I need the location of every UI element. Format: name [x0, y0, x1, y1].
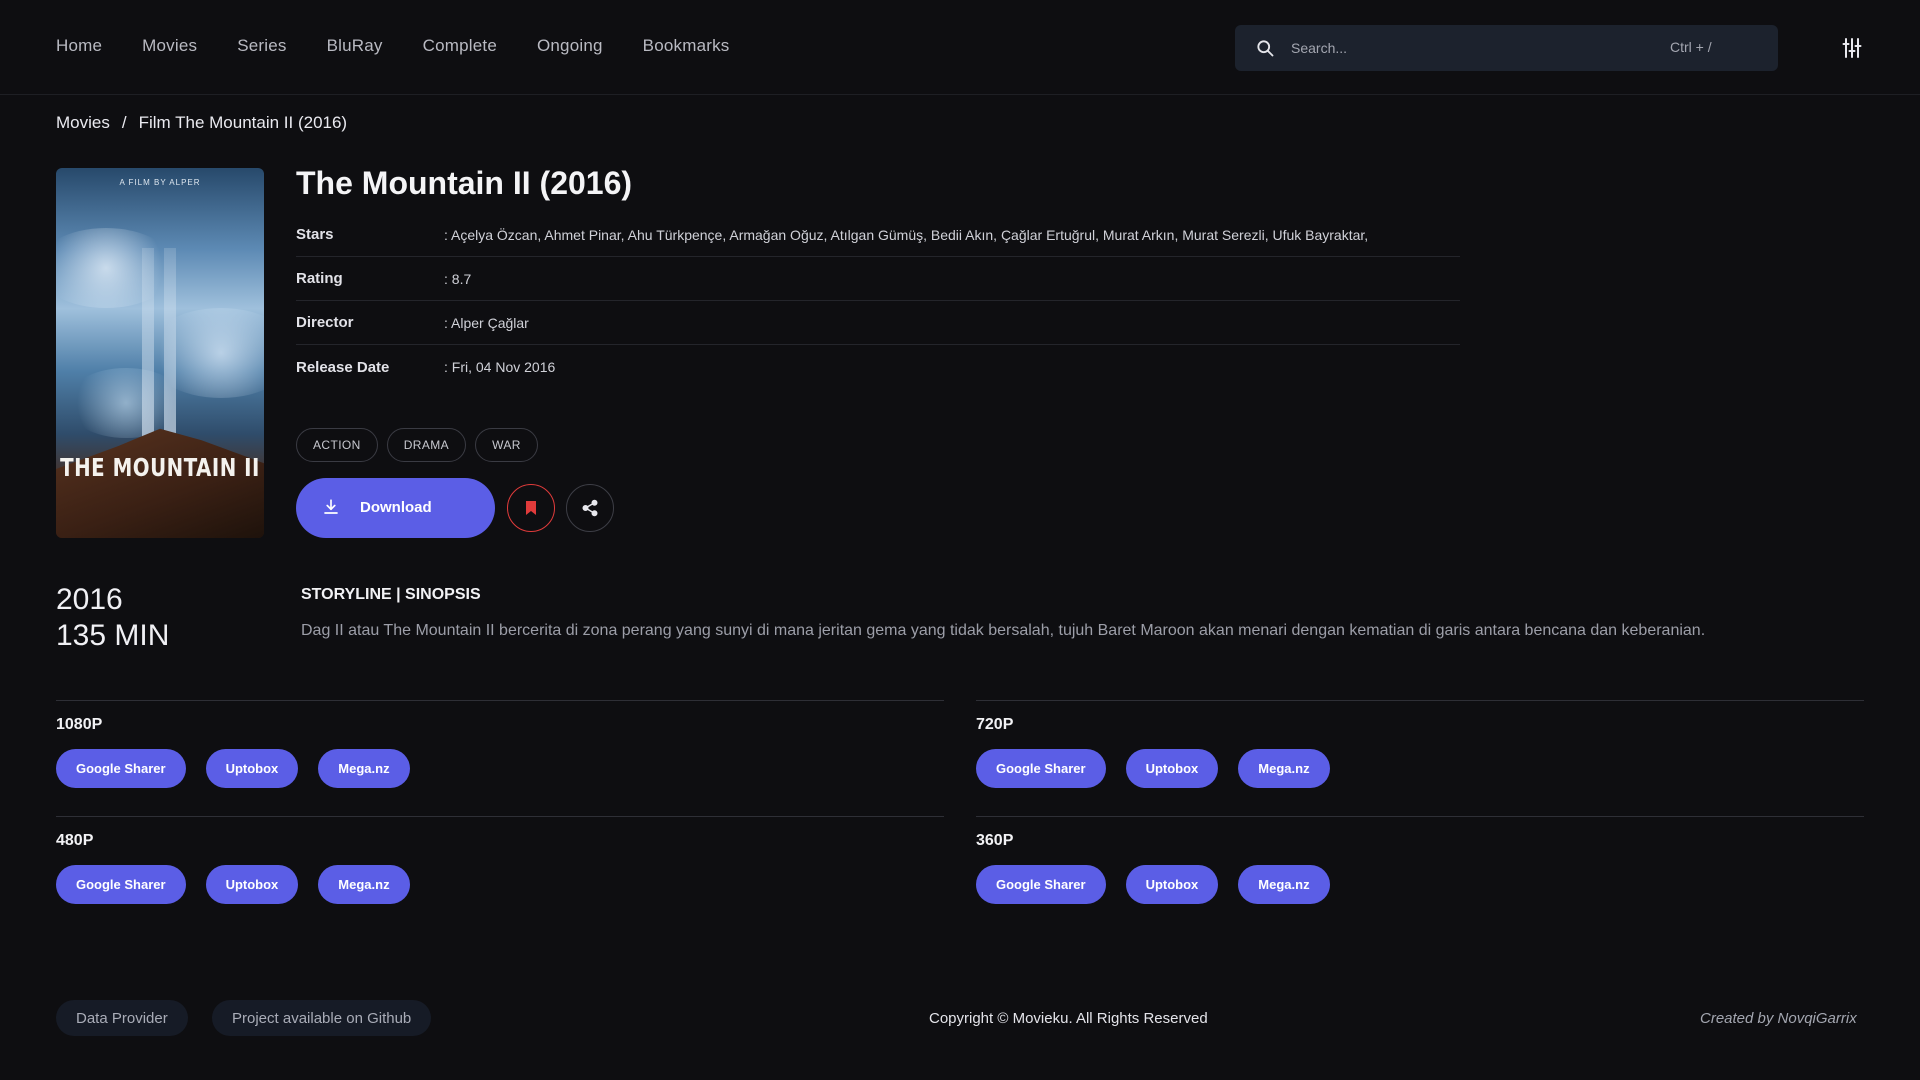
nav-complete[interactable]: Complete	[423, 36, 497, 56]
info-row-stars: Stars : Açelya Özcan, Ahmet Pinar, Ahu T…	[296, 213, 1460, 257]
quality-links: Google Sharer Uptobox Mega.nz	[976, 865, 1330, 904]
created-by-text: Created by NovqiGarrix	[1700, 1010, 1857, 1027]
info-row-release-date: Release Date : Fri, 04 Nov 2016	[296, 345, 1460, 389]
nav-home[interactable]: Home	[56, 36, 102, 56]
quality-label: 360P	[976, 832, 1014, 849]
breadcrumb: Movies / Film The Mountain II (2016)	[56, 113, 347, 133]
sliders-icon[interactable]	[1840, 36, 1864, 60]
info-value: : Alper Çağlar	[444, 314, 529, 331]
nav-bookmarks[interactable]: Bookmarks	[643, 36, 730, 56]
breadcrumb-separator: /	[121, 113, 127, 132]
link-mega[interactable]: Mega.nz	[318, 749, 410, 788]
storyline-text: Dag II atau The Mountain II bercerita di…	[301, 622, 1706, 639]
quality-label: 480P	[56, 832, 94, 849]
quality-label: 1080P	[56, 716, 103, 733]
nav-bluray[interactable]: BluRay	[327, 36, 383, 56]
info-label: Release Date	[296, 358, 390, 376]
quality-links: Google Sharer Uptobox Mega.nz	[56, 749, 410, 788]
data-provider-link[interactable]: Data Provider	[56, 1000, 188, 1036]
link-google-sharer[interactable]: Google Sharer	[56, 749, 186, 788]
movie-year: 2016	[56, 583, 123, 616]
nav-ongoing[interactable]: Ongoing	[537, 36, 603, 56]
search-shortcut-hint: Ctrl + /	[1670, 39, 1712, 55]
info-row-director: Director : Alper Çağlar	[296, 301, 1460, 345]
link-uptobox[interactable]: Uptobox	[1125, 865, 1219, 904]
movie-duration: 135 MIN	[56, 619, 170, 652]
info-value: : Fri, 04 Nov 2016	[444, 359, 556, 375]
movie-poster: A FILM BY ALPER THE MOUNTAIN II	[56, 168, 264, 538]
nav-series[interactable]: Series	[237, 36, 286, 56]
search-bar[interactable]: Ctrl + /	[1235, 25, 1778, 71]
link-uptobox[interactable]: Uptobox	[205, 749, 299, 788]
quality-block-720p: 720P Google Sharer Uptobox Mega.nz	[976, 700, 1864, 788]
main-nav: Home Movies Series BluRay Complete Ongoi…	[56, 36, 730, 56]
bookmark-icon	[526, 501, 536, 515]
genre-tag-war[interactable]: WAR	[475, 428, 538, 462]
movie-title: The Mountain II (2016)	[296, 165, 633, 201]
poster-tagline: A FILM BY ALPER	[119, 178, 201, 187]
link-mega[interactable]: Mega.nz	[1238, 865, 1330, 904]
link-google-sharer[interactable]: Google Sharer	[56, 865, 186, 904]
info-label: Director	[296, 314, 354, 331]
movie-info-table: Stars : Açelya Özcan, Ahmet Pinar, Ahu T…	[296, 213, 1460, 389]
info-label: Stars	[296, 226, 334, 243]
quality-links: Google Sharer Uptobox Mega.nz	[976, 749, 1330, 788]
info-value: : 8.7	[444, 270, 472, 287]
share-icon	[582, 499, 598, 517]
bookmark-button[interactable]	[507, 484, 555, 532]
poster-title: THE MOUNTAIN II	[60, 454, 260, 483]
info-label: Rating	[296, 270, 343, 287]
download-button[interactable]: Download	[296, 478, 495, 538]
info-row-rating: Rating : 8.7	[296, 257, 1460, 301]
copyright-text: Copyright © Movieku. All Rights Reserved	[929, 1010, 1208, 1027]
link-mega[interactable]: Mega.nz	[1238, 749, 1330, 788]
quality-links: Google Sharer Uptobox Mega.nz	[56, 865, 410, 904]
search-icon	[1257, 40, 1274, 57]
genre-tag-action[interactable]: ACTION	[296, 428, 378, 462]
share-button[interactable]	[566, 484, 614, 532]
quality-block-360p: 360P Google Sharer Uptobox Mega.nz	[976, 816, 1864, 904]
quality-block-480p: 480P Google Sharer Uptobox Mega.nz	[56, 816, 944, 904]
search-input[interactable]	[1291, 25, 1671, 71]
breadcrumb-movies[interactable]: Movies	[56, 113, 110, 133]
download-label: Download	[360, 499, 432, 516]
download-icon	[324, 499, 338, 514]
top-header: Home Movies Series BluRay Complete Ongoi…	[0, 0, 1920, 95]
storyline-title: STORYLINE | SINOPSIS	[301, 586, 481, 603]
nav-movies[interactable]: Movies	[142, 36, 197, 56]
link-uptobox[interactable]: Uptobox	[205, 865, 299, 904]
breadcrumb-current: Film The Mountain II (2016)	[138, 113, 348, 132]
quality-block-1080p: 1080P Google Sharer Uptobox Mega.nz	[56, 700, 944, 788]
info-value: : Açelya Özcan, Ahmet Pinar, Ahu Türkpen…	[444, 226, 1369, 243]
quality-label: 720P	[976, 716, 1014, 733]
link-mega[interactable]: Mega.nz	[318, 865, 410, 904]
github-link[interactable]: Project available on Github	[212, 1000, 432, 1036]
genre-tag-drama[interactable]: DRAMA	[386, 428, 467, 462]
genre-list: ACTION DRAMA WAR	[296, 428, 538, 462]
link-google-sharer[interactable]: Google Sharer	[976, 865, 1106, 904]
link-google-sharer[interactable]: Google Sharer	[976, 749, 1106, 788]
link-uptobox[interactable]: Uptobox	[1125, 749, 1219, 788]
